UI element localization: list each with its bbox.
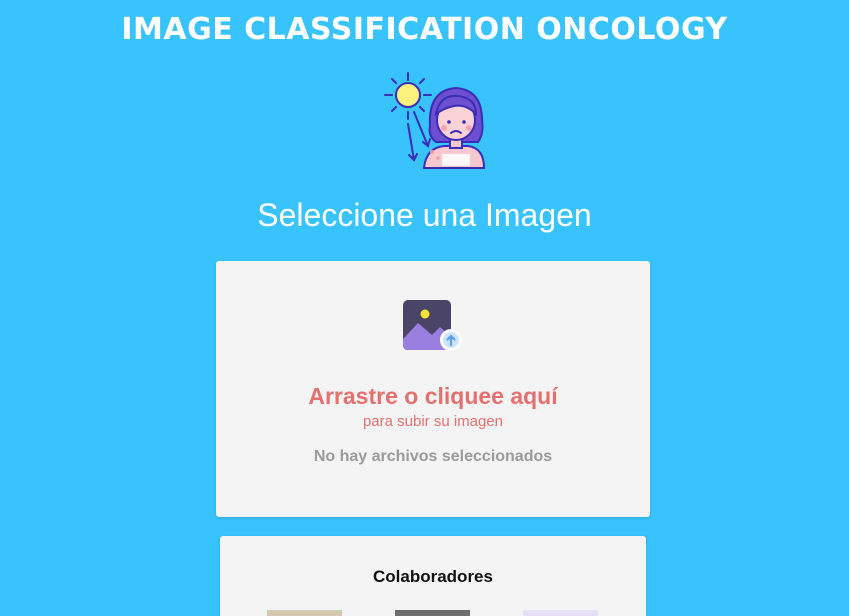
patient-sun-exposure-icon <box>380 68 490 174</box>
page: IMAGE CLASSIFICATION ONCOLOGY Seleccione… <box>0 0 849 616</box>
collaborators-card: Colaboradores <box>220 536 646 616</box>
avatar <box>267 610 342 616</box>
image-upload-icon <box>402 299 464 353</box>
section-heading: Seleccione una Imagen <box>257 197 592 233</box>
collaborators-title: Colaboradores <box>373 567 493 586</box>
file-status: No hay archivos seleccionados <box>313 448 553 465</box>
drop-subtext: para subir su imagen <box>362 413 504 430</box>
avatar <box>523 610 598 616</box>
image-dropzone[interactable]: Arrastre o cliquee aquí para subir su im… <box>216 261 650 517</box>
avatar <box>395 610 470 616</box>
drop-instruction: Arrastre o cliquee aquí <box>308 383 558 409</box>
app-title: IMAGE CLASSIFICATION ONCOLOGY <box>121 12 728 47</box>
